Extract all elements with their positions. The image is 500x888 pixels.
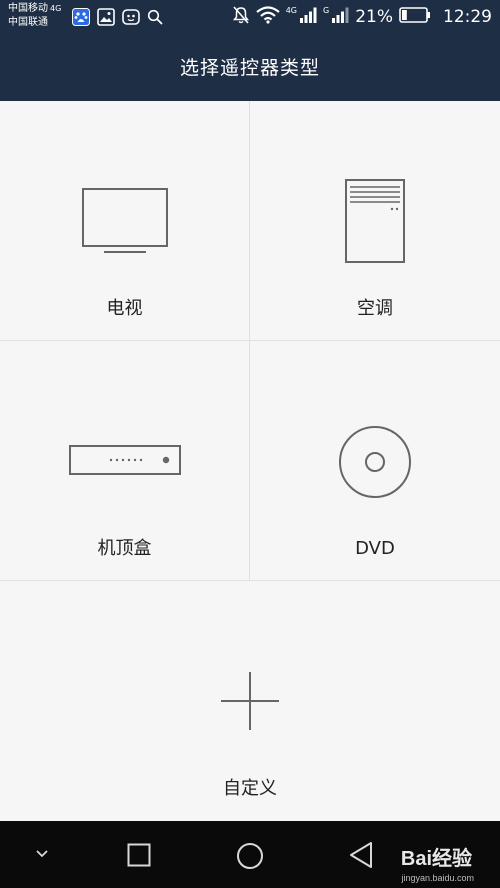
system-status: 4G G 21% 12:29 bbox=[232, 6, 492, 28]
hide-nav-chevron-icon[interactable] bbox=[32, 847, 52, 861]
recent-apps-icon[interactable] bbox=[127, 843, 151, 867]
remote-type-air-conditioner[interactable]: 空调 bbox=[250, 101, 500, 341]
wifi-icon bbox=[256, 6, 280, 28]
baidu-app-icon bbox=[72, 8, 90, 30]
signal-2-network: G bbox=[323, 5, 330, 15]
plus-icon bbox=[221, 672, 279, 730]
navigation-bar: Bai经验 jingyan.baidu.com bbox=[0, 821, 500, 888]
remote-type-label: 机顶盒 bbox=[97, 538, 152, 559]
watermark-domain: jingyan.baidu.com bbox=[401, 873, 474, 883]
signal-icon bbox=[331, 6, 349, 28]
remote-type-label: 空调 bbox=[357, 298, 393, 319]
remote-type-tv[interactable]: 电视 bbox=[0, 101, 250, 341]
remote-type-grid: 电视 空调 机顶盒 DVD 自定义 bbox=[0, 101, 500, 821]
signal-icon bbox=[299, 6, 317, 28]
remote-type-label: 电视 bbox=[106, 298, 143, 319]
baidu-jingyan-watermark: Bai经验 bbox=[400, 848, 472, 870]
back-icon[interactable] bbox=[348, 841, 374, 869]
battery-icon bbox=[399, 7, 431, 27]
remote-type-dvd[interactable]: DVD bbox=[250, 341, 500, 581]
gallery-icon bbox=[97, 8, 115, 30]
carrier-1-network: 4G bbox=[50, 4, 62, 13]
remote-type-label: 自定义 bbox=[223, 778, 277, 799]
notification-icons bbox=[72, 8, 163, 30]
set-top-box-icon bbox=[69, 445, 181, 475]
app-header: 中国移动 4G 中国联通 4G G 21% 12:29 选择遥控器类型 bbox=[0, 0, 500, 101]
remote-type-label: DVD bbox=[355, 538, 395, 559]
search-icon bbox=[147, 9, 163, 29]
clock: 12:29 bbox=[443, 7, 492, 27]
signal-1-network: 4G bbox=[285, 5, 297, 15]
tv-icon bbox=[82, 188, 168, 253]
carrier-1: 中国移动 bbox=[8, 3, 48, 14]
carrier-2: 中国联通 bbox=[8, 17, 48, 28]
page-title: 选择遥控器类型 bbox=[179, 57, 320, 79]
carrier-info: 中国移动 4G 中国联通 bbox=[8, 2, 61, 30]
remote-type-custom[interactable]: 自定义 bbox=[0, 581, 500, 821]
remote-type-set-top-box[interactable]: 机顶盒 bbox=[0, 341, 250, 581]
home-icon[interactable] bbox=[236, 842, 264, 870]
air-conditioner-icon bbox=[345, 179, 405, 263]
dvd-disc-icon bbox=[339, 426, 411, 498]
mute-icon bbox=[232, 5, 250, 29]
bot-app-icon bbox=[122, 8, 140, 30]
status-bar: 中国移动 4G 中国联通 4G G 21% 12:29 bbox=[0, 0, 500, 36]
battery-percent: 21% bbox=[355, 7, 393, 27]
